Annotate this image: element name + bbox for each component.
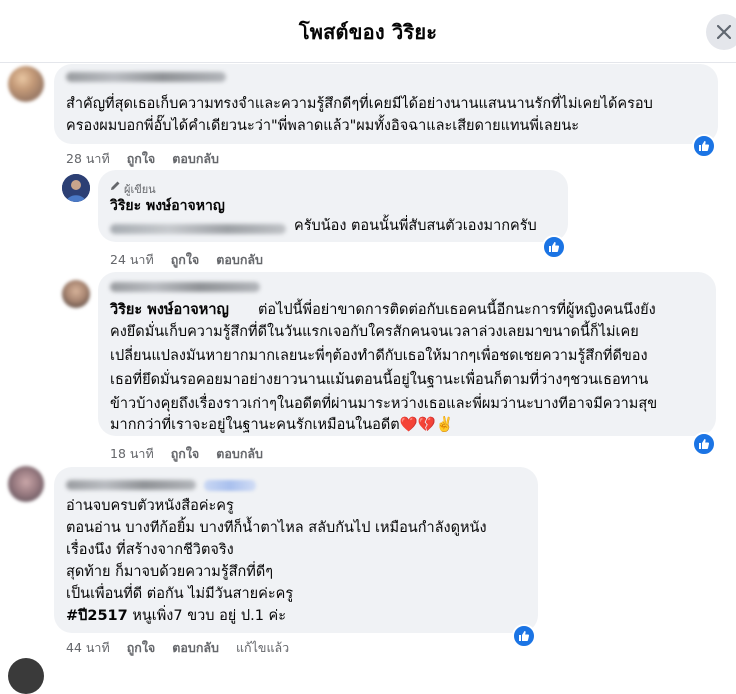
mention-link[interactable]: วิริยะ พงษ์อาจหาญ <box>110 300 229 321</box>
comment-time[interactable]: 24 นาที <box>110 252 154 267</box>
like-link[interactable]: ถูกใจ <box>127 640 156 655</box>
thumbs-up-icon <box>519 631 530 641</box>
pencil-icon <box>111 181 120 190</box>
dialog-title: โพสต์ของ วิริยะ <box>298 20 438 44</box>
like-link[interactable]: ถูกใจ <box>127 151 156 166</box>
reply-link[interactable]: ตอบกลับ <box>172 151 219 166</box>
comment-text: ต่อไปนี้พี่อย่าขาดการติดต่อกับเธอคนนี้อี… <box>258 302 656 318</box>
reply-link[interactable]: ตอบกลับ <box>172 640 219 655</box>
reaction-badge[interactable] <box>512 624 536 648</box>
comment-text: เรื่องนึง ที่สร้างจากชีวิตจริง <box>66 542 234 558</box>
tagged-name[interactable] <box>110 224 286 234</box>
thumbs-up-icon <box>699 141 710 151</box>
reaction-badge[interactable] <box>692 134 716 158</box>
comment-actions: 18 นาที ถูกใจ ตอบกลับ <box>110 444 280 464</box>
badge <box>204 480 256 491</box>
commenter-name[interactable] <box>110 282 260 292</box>
comment-text: สำคัญที่สุดเธอเก็บความทรงจำและความรู้สึก… <box>66 96 653 112</box>
comment-text: ครับน้อง ตอนนั้นพี่สับสนตัวเองมากครับ <box>294 218 537 234</box>
comment-text: เป็นเพื่อนที่ดี ต่อกัน ไม่มีวันสายค่ะครู <box>66 586 294 602</box>
comment-text: อ่านจบครบตัวหนังสือค่ะครู <box>66 498 234 514</box>
comment-actions: 44 นาที ถูกใจ ตอบกลับ แก้ไขแล้ว <box>66 638 306 658</box>
avatar[interactable] <box>62 280 90 308</box>
reaction-badge[interactable] <box>542 235 566 259</box>
comment-text: มากกว่าที่เราจะอยู่ในฐานะคนรักเหมือนในอด… <box>110 417 454 433</box>
comment-text: สุดท้าย ก็มาจบด้วยความรู้สึกที่ดีๆ <box>66 564 274 580</box>
commenter-name[interactable]: วิริยะ พงษ์อาจหาญ <box>110 196 225 217</box>
commenter-name[interactable] <box>66 480 196 490</box>
avatar[interactable] <box>8 658 44 694</box>
avatar[interactable] <box>8 66 44 102</box>
close-icon <box>717 25 731 39</box>
like-link[interactable]: ถูกใจ <box>171 446 200 461</box>
comment-text: คงยึดมั่นเก็บความรู้สึกที่ดีในวันแรกเจอก… <box>110 324 639 340</box>
comment-time[interactable]: 44 นาที <box>66 640 110 655</box>
comment-text-last: #ปี2517 หนูเพิ่ง7 ขวบ อยู่ ป.1 ค่ะ <box>66 606 286 627</box>
edited-label: แก้ไขแล้ว <box>236 640 290 655</box>
author-avatar[interactable] <box>62 174 90 202</box>
comment-time[interactable]: 28 นาที <box>66 151 110 166</box>
comment-text: เปลี่ยนแปลงมันหายากมากเลยนะพี่ๆต้องทำดีก… <box>110 348 648 364</box>
reaction-badge[interactable] <box>692 432 716 456</box>
comment-text: ครองผมบอกพี่อั๊บได้คำเดียวนะว่า"พี่พลาดแ… <box>66 118 580 134</box>
comment-actions: 24 นาที ถูกใจ ตอบกลับ <box>110 250 280 270</box>
avatar[interactable] <box>8 466 44 502</box>
reply-link[interactable]: ตอบกลับ <box>216 446 263 461</box>
comment-text: เธอที่ยึดมั่นรอคอยมาอย่างยาวนานแม้นตอนนี… <box>110 372 649 388</box>
comment-text: ข้าวบ้างคุยถึงเรื่องราวเก่าๆในอดีตที่ผ่า… <box>110 396 658 412</box>
comment-text: ตอนอ่าน บางทีก้อยิ้ม บางทีก็น้ำตาไหล สลั… <box>66 520 487 536</box>
reply-link[interactable]: ตอบกลับ <box>216 252 263 267</box>
comment-text: หนูเพิ่ง7 ขวบ อยู่ ป.1 ค่ะ <box>127 608 287 624</box>
hashtag-link[interactable]: #ปี2517 <box>66 608 128 624</box>
commenter-name[interactable] <box>66 72 226 82</box>
dialog-header: โพสต์ของ วิริยะ <box>0 0 736 63</box>
comment-actions: 28 นาที ถูกใจ ตอบกลับ <box>66 149 236 169</box>
thumbs-up-icon <box>699 439 710 449</box>
like-link[interactable]: ถูกใจ <box>171 252 200 267</box>
thumbs-up-icon <box>549 242 560 252</box>
profile-photo-icon <box>62 174 90 202</box>
close-button[interactable] <box>706 14 736 50</box>
comment-time[interactable]: 18 นาที <box>110 446 154 461</box>
